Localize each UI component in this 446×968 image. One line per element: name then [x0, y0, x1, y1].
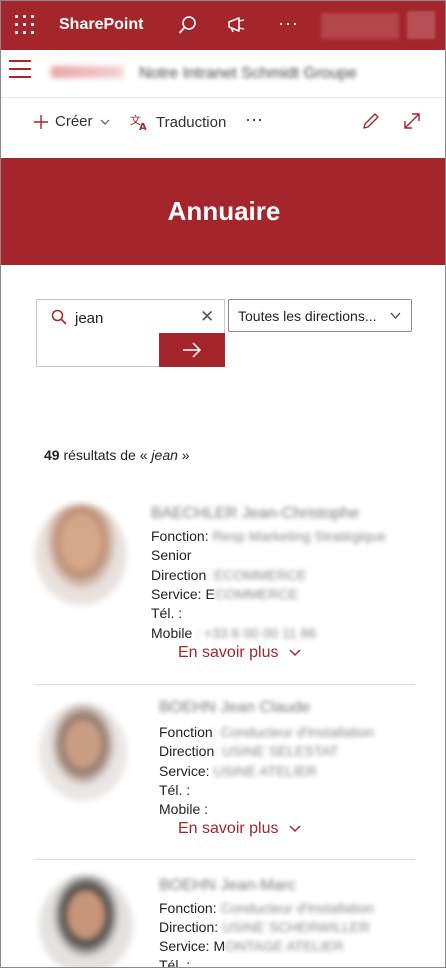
divider	[34, 859, 415, 860]
more-icon[interactable]: ···	[278, 13, 299, 34]
search-input[interactable]: jean	[75, 310, 103, 327]
expand-icon[interactable]	[402, 111, 422, 131]
fonction-label: Fonction	[159, 724, 213, 740]
tel-label: Tél. :	[159, 957, 191, 968]
person-tel: Tél. :	[159, 957, 191, 968]
person-photo[interactable]	[39, 703, 127, 801]
site-title[interactable]: Notre Intranet Schmidt Groupe	[139, 65, 357, 83]
person-tel: Tél. :	[151, 605, 182, 621]
chevron-down-icon	[289, 649, 300, 656]
site-header: Notre Intranet Schmidt Groupe	[1, 50, 445, 98]
search-icon[interactable]	[177, 14, 199, 36]
service-value: USINE ATELIER	[213, 763, 317, 779]
service-label: Service:	[159, 763, 210, 779]
person-mobile: Mobile :	[159, 801, 208, 817]
fonction-value: : Conducteur d'Installation	[212, 724, 375, 740]
close-quote: »	[177, 447, 190, 463]
suite-bar: SharePoint ···	[1, 1, 445, 50]
person-photo[interactable]	[39, 875, 133, 967]
app-launcher-icon[interactable]	[15, 15, 35, 35]
person-photo[interactable]	[35, 504, 127, 605]
direction-label: Direction:	[159, 919, 219, 935]
results-query: jean	[151, 447, 178, 463]
chevron-down-icon	[390, 312, 401, 319]
mobile-label: Mobile :	[159, 801, 209, 817]
service-value: ONTAGE ATELIER	[225, 938, 344, 954]
mobile-label: Mobile	[151, 625, 193, 641]
page-banner: Annuaire	[1, 158, 445, 265]
fonction-value: Conducteur d'Installation	[220, 900, 375, 916]
person-direction: Direction: ECOMMERCE	[151, 567, 307, 583]
fonction-label: Fonction:	[151, 528, 209, 544]
person-fonction: Fonction: Conducteur d'Installation	[159, 724, 374, 740]
hamburger-menu-icon[interactable]	[9, 60, 31, 78]
direction-filter-dropdown[interactable]: Toutes les directions...	[228, 299, 412, 332]
person-service: Service: MONTAGE ATELIER	[159, 938, 344, 954]
chevron-down-icon	[289, 825, 300, 832]
learn-more-link[interactable]: En savoir plus	[178, 644, 301, 662]
megaphone-icon[interactable]	[226, 14, 248, 36]
site-logo[interactable]	[51, 66, 123, 78]
account-name[interactable]	[321, 13, 399, 39]
fonction-value: Resp Marketing Stratégique	[212, 528, 387, 544]
learn-more-link[interactable]: En savoir plus	[178, 820, 301, 838]
svg-text:A: A	[139, 122, 147, 131]
learn-more-label: En savoir plus	[178, 644, 279, 661]
command-more-icon[interactable]: ···	[245, 109, 263, 130]
person-fonction: Fonction: Conducteur d'Installation	[159, 900, 374, 916]
person-direction: Direction: USINE SCHERWILLER	[159, 919, 370, 935]
results-count: 49	[44, 447, 60, 463]
edit-pencil-icon[interactable]	[361, 111, 381, 131]
person-name[interactable]: BAECHLER Jean-Christophe	[151, 505, 359, 523]
search-submit-button[interactable]	[159, 333, 225, 367]
service-value: COMMERCE	[214, 586, 299, 602]
results-summary: 49 résultats de « jean »	[44, 447, 190, 463]
create-button[interactable]: Créer	[33, 113, 111, 130]
direction-filter-value: Toutes les directions...	[238, 308, 377, 324]
clear-icon[interactable]: ✕	[200, 307, 214, 327]
person-fonction: Fonction: Resp Marketing Stratégique	[151, 528, 386, 544]
translate-button[interactable]: 文 A Traduction	[130, 113, 226, 131]
tel-label: Tél. :	[151, 605, 183, 621]
direction-label: Direction	[151, 567, 207, 583]
translate-label: Traduction	[156, 113, 227, 131]
learn-more-label: En savoir plus	[178, 820, 279, 837]
direction-value: : ECOMMERCE	[206, 567, 307, 583]
avatar[interactable]	[407, 11, 435, 39]
open-quote: «	[139, 447, 152, 463]
translate-icon: 文 A	[130, 113, 147, 131]
person-fonction-extra: Senior	[151, 547, 192, 563]
results-text: résultats de	[63, 447, 136, 463]
app-name[interactable]: SharePoint	[59, 16, 143, 34]
page-title: Annuaire	[167, 196, 281, 226]
divider	[34, 684, 415, 685]
direction-label: Direction	[159, 743, 215, 759]
person-name[interactable]: BOEHN Jean-Marc	[159, 877, 296, 895]
search-icon	[51, 309, 67, 325]
person-service: Service: ECOMMERCE	[151, 586, 298, 602]
tel-label: Tél. :	[159, 782, 191, 798]
app-frame: SharePoint ··· Notre Intranet Schmidt Gr…	[0, 0, 446, 968]
person-name[interactable]: BOEHN Jean Claude	[159, 699, 310, 717]
mobile-value: : +33 6 00 00 11 86	[196, 625, 317, 641]
create-label: Créer	[55, 113, 93, 130]
service-label: Service: E	[151, 586, 215, 602]
plus-icon	[34, 114, 48, 129]
person-tel: Tél. :	[159, 782, 190, 798]
direction-value: : USINE SELESTAT	[214, 743, 339, 759]
person-service: Service: USINE ATELIER	[159, 763, 317, 779]
service-label: Service: M	[159, 938, 226, 954]
direction-value: USINE SCHERWILLER	[222, 919, 370, 935]
arrow-right-icon	[183, 342, 202, 358]
chevron-down-icon	[100, 119, 109, 125]
person-mobile: Mobile : +33 6 00 00 11 86	[151, 625, 316, 641]
person-direction: Direction: USINE SELESTAT	[159, 743, 338, 759]
fonction-label: Fonction:	[159, 900, 217, 916]
